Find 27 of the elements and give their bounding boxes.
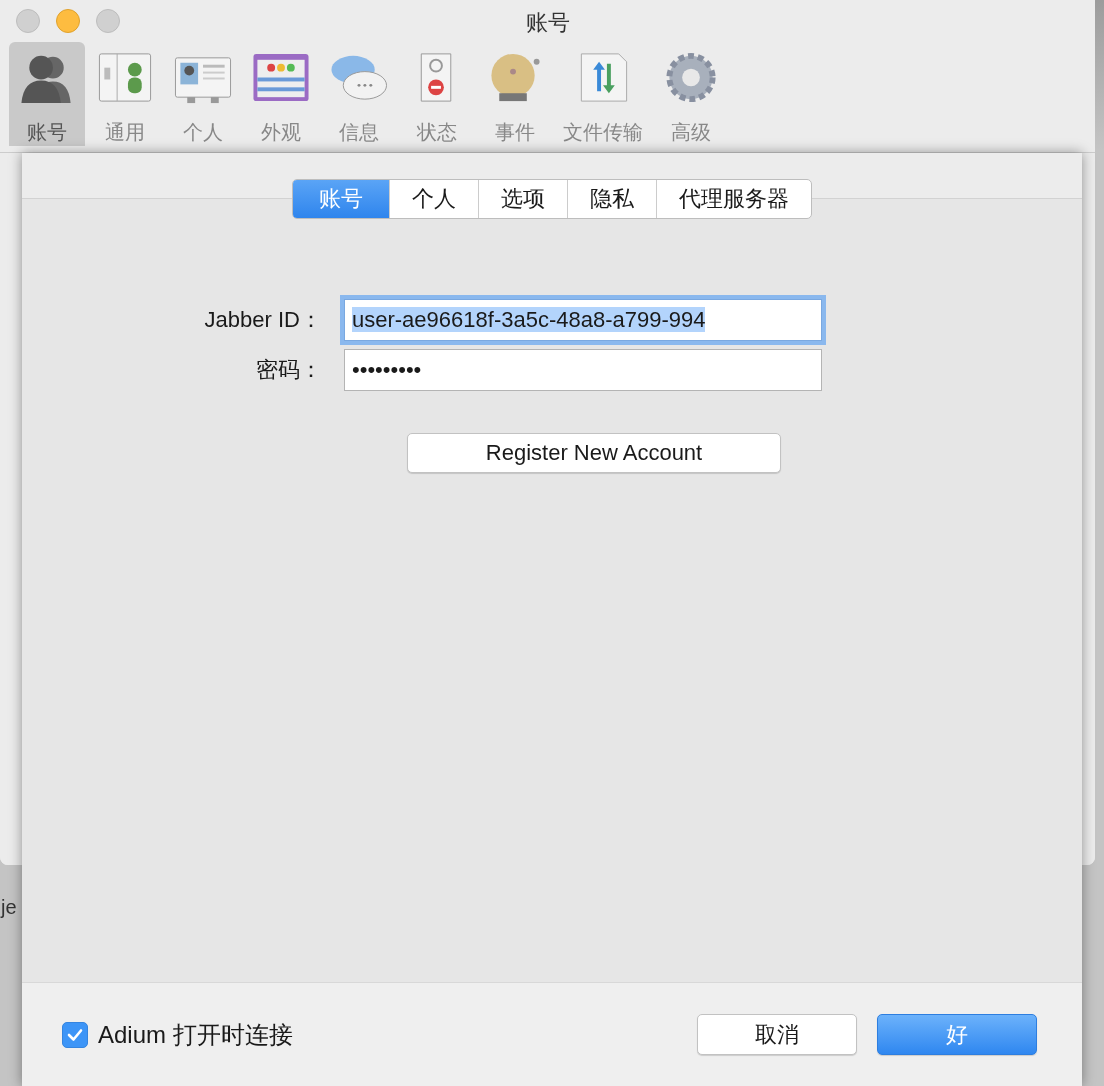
toolbar-item[interactable]: 外观: [243, 42, 319, 146]
toolbar-item[interactable]: 个人: [165, 42, 241, 146]
toolbar-item[interactable]: 文件传输: [555, 42, 651, 146]
window-title: 账号: [524, 9, 571, 37]
toolbar-item[interactable]: 状态: [399, 42, 475, 146]
tab[interactable]: 代理服务器: [656, 180, 811, 218]
password-label: 密码：: [256, 356, 322, 384]
toolbar-item[interactable]: 事件: [477, 42, 553, 146]
jabber-id-label: Jabber ID：: [204, 306, 322, 334]
cancel-button[interactable]: 取消: [697, 1014, 857, 1055]
tab[interactable]: 账号: [293, 180, 389, 218]
toolbar-item[interactable]: 账号: [9, 42, 85, 146]
ok-button[interactable]: 好: [877, 1014, 1037, 1055]
minimize-button[interactable]: [56, 9, 80, 33]
tab[interactable]: 个人: [389, 180, 478, 218]
toolbar-item[interactable]: 通用: [87, 42, 163, 146]
checkbox[interactable]: [62, 1021, 88, 1048]
zoom-button[interactable]: [96, 9, 120, 33]
register-account-button[interactable]: Register New Account: [407, 433, 781, 473]
tab[interactable]: 选项: [478, 180, 567, 218]
toolbar-item[interactable]: 高级: [653, 42, 729, 146]
tab[interactable]: 隐私: [567, 180, 656, 218]
background-window-text: je: [1, 896, 17, 919]
close-button[interactable]: [16, 9, 40, 33]
connect-on-launch-label: Adium 打开时连接: [98, 1019, 293, 1050]
toolbar-item[interactable]: 信息: [321, 42, 397, 146]
password-field[interactable]: •••••••••: [344, 349, 822, 391]
